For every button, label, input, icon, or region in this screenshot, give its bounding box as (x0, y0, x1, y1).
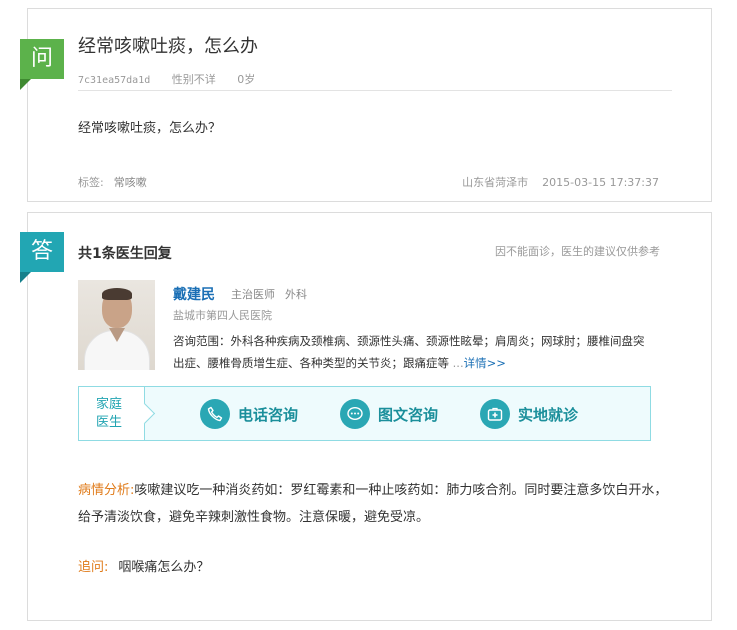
text-consult-label: 图文咨询 (378, 405, 439, 424)
family-doctor-label-line2: 医生 (96, 415, 123, 430)
phone-icon (200, 399, 230, 429)
doctor-scope-text: 咨询范围：外科各种疾病及颈椎病、颈源性头痛、颈源性眩晕；肩周炎；网球肘；腰椎间盘… (173, 334, 645, 370)
visit-consult-label: 实地就诊 (518, 405, 579, 424)
doctor-avatar[interactable] (78, 280, 155, 370)
user-age: 0岁 (237, 73, 256, 86)
visit-consult-button[interactable]: 实地就诊 (480, 399, 578, 429)
medical-kit-icon (480, 399, 510, 429)
followup-label: 追问: (78, 560, 109, 575)
doctor-scope: 咨询范围：外科各种疾病及颈椎病、颈源性头痛、颈源性眩晕；肩周炎；网球肘；腰椎间盘… (173, 330, 653, 374)
question-tags: 标签: 常咳嗽 (78, 174, 147, 190)
user-gender: 性别不详 (171, 73, 216, 86)
doctor-department: 外科 (285, 288, 307, 301)
followup-question: 追问: 咽喉痛怎么办？ (78, 556, 209, 575)
avatar-hair (102, 288, 132, 300)
doctor-position: 主治医师 (231, 288, 275, 301)
family-doctor-label: 家庭 医生 (79, 387, 145, 440)
user-id: 7c31ea57da1d (78, 75, 151, 86)
doctor-title: 主治医师 外科 (231, 286, 317, 302)
analysis-text: 咳嗽建议吃一种消炎药如：罗红霉素和一种止咳药如：肺力咳合剂。同时要注意多饮白开水… (78, 483, 668, 525)
question-title: 经常咳嗽吐痰，怎么办 (78, 36, 258, 57)
question-badge: 问 (20, 39, 64, 90)
detail-link[interactable]: 详情>> (464, 356, 506, 370)
text-consult-button[interactable]: 图文咨询 (340, 399, 438, 429)
family-doctor-label-line1: 家庭 (96, 397, 123, 412)
tag-link[interactable]: 常咳嗽 (114, 176, 147, 189)
analysis-label: 病情分析: (78, 483, 135, 498)
disclaimer: 因不能面诊，医生的建议仅供参考 (495, 245, 660, 258)
doctor-hospital: 盐城市第四人民医院 (173, 309, 272, 322)
question-time: 2015-03-15 17:37:37 (542, 176, 659, 189)
question-location-time: 山东省菏泽市 2015-03-15 17:37:37 (462, 174, 659, 190)
scope-ellipsis: ... (452, 356, 464, 370)
doctor-name[interactable]: 戴建民 (173, 284, 215, 304)
followup-text: 咽喉痛怎么办？ (118, 560, 210, 575)
question-meta: 7c31ea57da1d 性别不详 0岁 (78, 71, 273, 87)
tags-label: 标签: (78, 176, 104, 189)
reply-count: 共1条医生回复 (78, 246, 172, 262)
family-doctor-bar: 家庭 医生 电话咨询 图文咨询 实地就诊 (78, 386, 651, 441)
answer-badge: 答 (20, 232, 64, 283)
phone-consult-label: 电话咨询 (238, 405, 299, 424)
condition-analysis: 病情分析:咳嗽建议吃一种消炎药如：罗红霉素和一种止咳药如：肺力咳合剂。同时要注意… (78, 477, 668, 531)
question-location: 山东省菏泽市 (462, 176, 529, 189)
phone-consult-button[interactable]: 电话咨询 (200, 399, 298, 429)
question-body: 经常咳嗽吐痰，怎么办？ (78, 121, 222, 136)
chat-icon (340, 399, 370, 429)
question-divider (78, 90, 672, 91)
